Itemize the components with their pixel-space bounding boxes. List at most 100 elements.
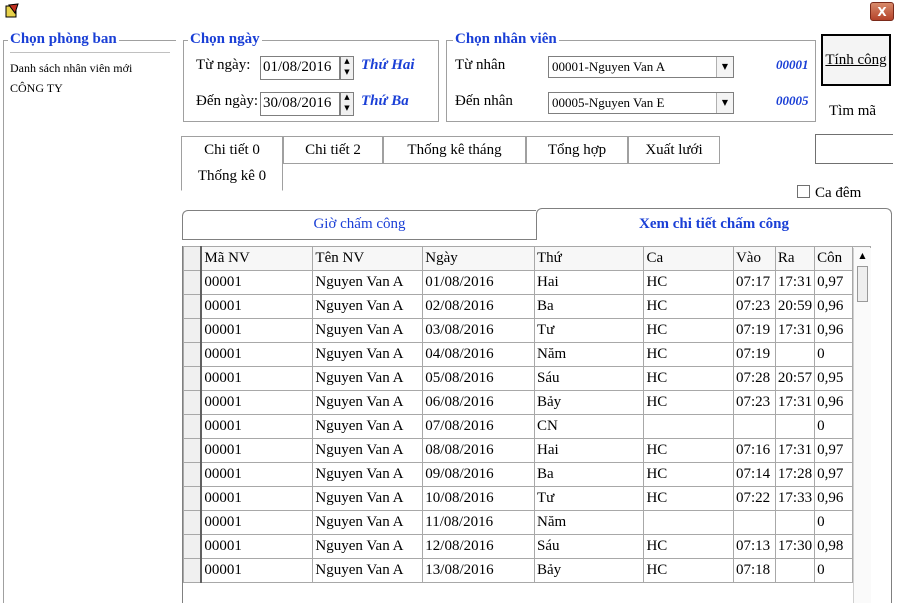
row-selector[interactable] (183, 318, 203, 343)
cell-workdays[interactable]: 0,96 (814, 294, 854, 319)
cell-out[interactable]: 17:31 (774, 318, 816, 343)
cell-emp-name[interactable]: Nguyen Van A (312, 414, 424, 439)
cell-weekday[interactable]: Bảy (533, 558, 645, 583)
cell-out[interactable]: 17:30 (774, 534, 816, 559)
cell-out[interactable]: 20:57 (774, 366, 816, 391)
cell-in[interactable]: 07:14 (732, 462, 776, 487)
dropdown-arrow-icon[interactable]: ▼ (716, 57, 733, 77)
table-row[interactable]: 00001 Nguyen Van A 09/08/2016 Ba HC 07:14 17:2… (183, 462, 871, 487)
cell-emp-name[interactable]: Nguyen Van A (312, 294, 424, 319)
cell-weekday[interactable]: Sáu (533, 366, 645, 391)
row-selector[interactable] (183, 270, 203, 295)
find-code-input[interactable] (815, 134, 893, 164)
cell-workdays[interactable]: 0,97 (814, 270, 854, 295)
cell-weekday[interactable]: CN (533, 414, 645, 439)
table-row[interactable]: 00001 Nguyen Van A 01/08/2016 Hai HC 07:17 17:… (183, 270, 871, 295)
cell-emp-name[interactable]: Nguyen Van A (312, 510, 424, 535)
cell-date[interactable]: 08/08/2016 (422, 438, 535, 463)
cell-date[interactable]: 12/08/2016 (422, 534, 535, 559)
col-header-out[interactable]: Ra (774, 246, 816, 271)
cell-shift[interactable]: HC (643, 558, 734, 583)
cell-emp-id[interactable]: 00001 (200, 270, 314, 295)
row-selector[interactable] (183, 438, 203, 463)
table-row[interactable]: 00001 Nguyen Van A 02/08/2016 Ba HC 07:23 20:5… (183, 294, 871, 319)
cell-date[interactable]: 03/08/2016 (422, 318, 535, 343)
scroll-thumb[interactable] (857, 266, 868, 302)
cell-weekday[interactable]: Bảy (533, 390, 645, 415)
cell-emp-name[interactable]: Nguyen Van A (312, 438, 424, 463)
row-selector[interactable] (183, 294, 203, 319)
tab-stats-0[interactable]: Thống kê 0 (181, 163, 283, 191)
row-selector[interactable] (183, 414, 203, 439)
cell-emp-name[interactable]: Nguyen Van A (312, 342, 424, 367)
row-selector[interactable] (183, 462, 203, 487)
col-header-emp-id[interactable]: Mã NV (200, 246, 314, 271)
cell-in[interactable]: 07:23 (732, 294, 776, 319)
row-selector[interactable] (183, 486, 203, 511)
cell-in[interactable]: 07:23 (732, 390, 776, 415)
table-row[interactable]: 00001 Nguyen Van A 05/08/2016 Sáu HC 07:28 20:… (183, 366, 871, 391)
cell-emp-name[interactable]: Nguyen Van A (312, 366, 424, 391)
cell-emp-id[interactable]: 00001 (200, 342, 314, 367)
cell-emp-id[interactable]: 00001 (200, 438, 314, 463)
cell-emp-id[interactable]: 00001 (200, 462, 314, 487)
cell-shift[interactable]: HC (643, 438, 734, 463)
table-row[interactable]: 00001 Nguyen Van A 10/08/2016 Tư HC 07:22 17:3… (183, 486, 871, 511)
tab-export-grid[interactable]: Xuất lưới (628, 136, 720, 164)
cell-in[interactable]: 07:18 (732, 558, 776, 583)
cell-weekday[interactable]: Ba (533, 294, 645, 319)
table-row[interactable]: 00001 Nguyen Van A 07/08/2016 CN 0 (183, 414, 871, 439)
cell-weekday[interactable]: Hai (533, 270, 645, 295)
tab-detail-2[interactable]: Chi tiết 2 (283, 136, 383, 164)
cell-in[interactable]: 07:22 (732, 486, 776, 511)
table-row[interactable]: 00001 Nguyen Van A 04/08/2016 Năm HC 07:19 0 (183, 342, 871, 367)
cell-workdays[interactable]: 0,97 (814, 438, 854, 463)
cell-emp-id[interactable]: 00001 (200, 486, 314, 511)
to-date-input[interactable]: 30/08/2016 (260, 92, 340, 116)
cell-in[interactable]: 07:16 (732, 438, 776, 463)
cell-out[interactable] (774, 414, 816, 439)
from-date-input[interactable]: 01/08/2016 (260, 56, 340, 80)
from-date-spinner[interactable]: ▲ ▼ (340, 56, 354, 80)
table-row[interactable]: 00001 Nguyen Van A 06/08/2016 Bảy HC 07:23 17:… (183, 390, 871, 415)
from-employee-select[interactable]: 00001-Nguyen Van A ▼ (548, 56, 734, 78)
row-selector[interactable] (183, 534, 203, 559)
cell-workdays[interactable]: 0,98 (814, 534, 854, 559)
table-row[interactable]: 00001 Nguyen Van A 12/08/2016 Sáu HC 07:13 17:… (183, 534, 871, 559)
cell-emp-id[interactable]: 00001 (200, 390, 314, 415)
cell-emp-id[interactable]: 00001 (200, 318, 314, 343)
cell-in[interactable]: 07:17 (732, 270, 776, 295)
cell-emp-name[interactable]: Nguyen Van A (312, 270, 424, 295)
cell-shift[interactable] (643, 414, 734, 439)
cell-in[interactable] (732, 510, 776, 535)
cell-workdays[interactable]: 0 (814, 510, 854, 535)
cell-in[interactable]: 07:19 (732, 318, 776, 343)
cell-shift[interactable]: HC (643, 318, 734, 343)
table-row[interactable]: 00001 Nguyen Van A 08/08/2016 Hai HC 07:16 17:… (183, 438, 871, 463)
calculate-button[interactable]: Tính công (821, 34, 891, 86)
cell-out[interactable]: 17:33 (774, 486, 816, 511)
to-employee-select[interactable]: 00005-Nguyen Van E ▼ (548, 92, 734, 114)
cell-workdays[interactable]: 0,96 (814, 318, 854, 343)
col-header-emp-name[interactable]: Tên NV (312, 246, 424, 271)
cell-date[interactable]: 01/08/2016 (422, 270, 535, 295)
cell-workdays[interactable]: 0 (814, 414, 854, 439)
col-header-date[interactable]: Ngày (422, 246, 535, 271)
cell-emp-id[interactable]: 00001 (200, 294, 314, 319)
col-header-in[interactable]: Vào (732, 246, 776, 271)
cell-workdays[interactable]: 0,97 (814, 462, 854, 487)
subtab-punch-times[interactable]: Giờ chấm công (182, 210, 536, 240)
cell-out[interactable] (774, 342, 816, 367)
cell-emp-id[interactable]: 00001 (200, 414, 314, 439)
cell-emp-name[interactable]: Nguyen Van A (312, 534, 424, 559)
cell-shift[interactable]: HC (643, 390, 734, 415)
row-selector[interactable] (183, 558, 203, 583)
col-header-shift[interactable]: Ca (643, 246, 734, 271)
cell-emp-id[interactable]: 00001 (200, 534, 314, 559)
close-button[interactable]: X (870, 2, 894, 21)
cell-date[interactable]: 06/08/2016 (422, 390, 535, 415)
cell-date[interactable]: 05/08/2016 (422, 366, 535, 391)
cell-date[interactable]: 04/08/2016 (422, 342, 535, 367)
cell-out[interactable]: 17:31 (774, 438, 816, 463)
cell-in[interactable]: 07:28 (732, 366, 776, 391)
